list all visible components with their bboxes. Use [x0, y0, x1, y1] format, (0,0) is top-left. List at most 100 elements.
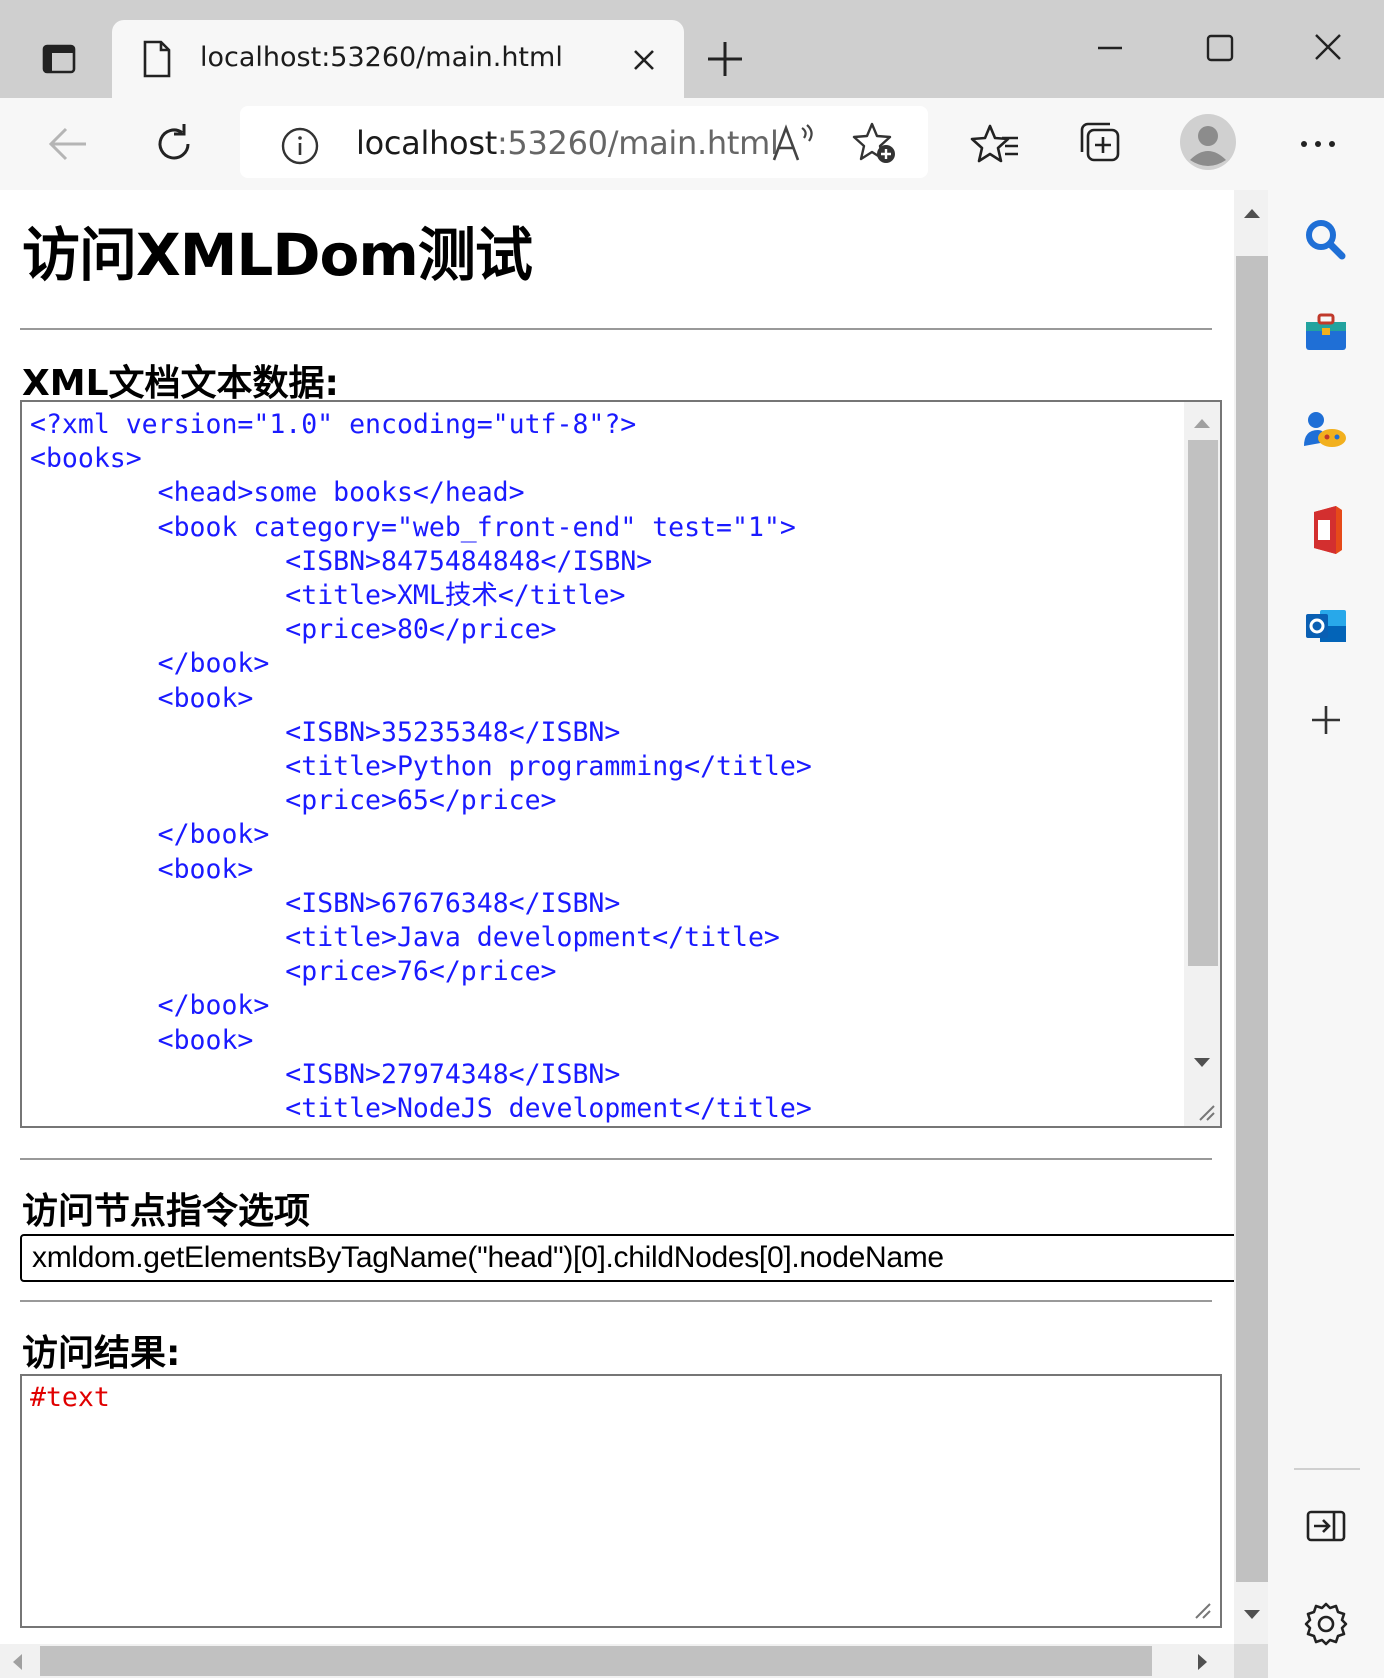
- xml-line: <?xml version="1.0" encoding="utf-8"?>: [30, 409, 637, 440]
- result-text: #text: [30, 1382, 110, 1413]
- xml-line: <title>Python programming</title>: [30, 751, 812, 783]
- settings-icon: [1304, 1602, 1348, 1646]
- page-icon: [143, 40, 171, 78]
- favorites-icon: [970, 124, 1018, 163]
- edge-sidebar: [1268, 190, 1384, 1678]
- refresh-icon: [158, 124, 190, 160]
- divider: [20, 328, 1212, 330]
- back-icon: [48, 127, 86, 161]
- page-title: 访问XMLDom测试: [22, 221, 533, 289]
- xml-line: <price>76</price>: [30, 956, 557, 988]
- xml-line: <book>: [30, 682, 254, 714]
- minimize-icon: [1098, 46, 1122, 50]
- add-favorite-icon[interactable]: [850, 120, 898, 166]
- maximize-icon: [1206, 34, 1234, 62]
- tab-title: localhost:53260/main.html: [200, 42, 563, 73]
- scroll-right-icon[interactable]: [1196, 1652, 1210, 1672]
- xml-line: </book>: [30, 990, 270, 1022]
- close-icon: [634, 50, 654, 70]
- new-tab-button[interactable]: [704, 38, 746, 80]
- scroll-up-icon[interactable]: [1242, 206, 1262, 220]
- xml-line: <head>some books</head>: [30, 477, 525, 509]
- plus-icon: [708, 42, 742, 76]
- xml-line: <title>XML技术</title>: [30, 580, 626, 612]
- xml-section-label: XML文档文本数据:: [22, 363, 339, 404]
- result-section-label: 访问结果:: [22, 1333, 181, 1374]
- window-close-icon: [1315, 34, 1341, 60]
- divider: [20, 1300, 1212, 1302]
- more-icon: [1301, 141, 1335, 147]
- xml-scroll-thumb[interactable]: [1188, 440, 1218, 966]
- xml-line: <book>: [30, 853, 254, 885]
- window-close-button[interactable]: [1304, 30, 1352, 70]
- xml-text: <?xml version="1.0" encoding="utf-8"?> <…: [30, 408, 812, 1126]
- favorites-button[interactable]: [968, 116, 1024, 172]
- command-input[interactable]: [20, 1234, 1234, 1282]
- scroll-left-icon[interactable]: [10, 1652, 24, 1672]
- xml-line: <ISBN>27974348</ISBN>: [30, 1058, 621, 1090]
- sidebar-search-button[interactable]: [1296, 210, 1356, 270]
- tab-actions-button[interactable]: [30, 30, 86, 86]
- back-button[interactable]: [40, 116, 96, 172]
- sidebar-office-button[interactable]: [1296, 500, 1356, 560]
- xml-line: <book>: [30, 1024, 254, 1056]
- info-icon: [281, 127, 319, 165]
- sidebar-add-button[interactable]: [1296, 690, 1356, 750]
- tab-actions-icon: [42, 44, 76, 74]
- collections-button[interactable]: [1072, 116, 1128, 172]
- sidebar-games-button[interactable]: [1296, 402, 1356, 462]
- minimize-button[interactable]: [1086, 30, 1134, 70]
- tab-close-button[interactable]: [628, 44, 660, 76]
- result-textarea[interactable]: #text: [20, 1374, 1222, 1628]
- resize-grip-icon[interactable]: [1190, 1598, 1212, 1620]
- add-icon: [1312, 706, 1340, 734]
- command-section-label: 访问节点指令选项: [22, 1191, 311, 1232]
- browser-toolbar: localhost:53260/main.html: [0, 98, 1384, 190]
- maximize-button[interactable]: [1196, 30, 1244, 70]
- office-icon: [1314, 506, 1342, 554]
- read-aloud-icon[interactable]: [770, 122, 816, 164]
- scroll-down-icon[interactable]: [1192, 1056, 1212, 1070]
- xml-line: <ISBN>67676348</ISBN>: [30, 887, 621, 919]
- sidebar-outlook-button[interactable]: [1296, 596, 1356, 656]
- page-content: 访问XMLDom测试 XML文档文本数据: <?xml version="1.0…: [0, 190, 1234, 1644]
- sidebar-settings-button[interactable]: [1296, 1594, 1356, 1654]
- xml-line: </book>: [30, 648, 270, 680]
- scroll-up-icon[interactable]: [1192, 416, 1212, 430]
- xml-line: </book>: [30, 819, 270, 851]
- games-icon: [1304, 412, 1346, 447]
- page-horizontal-scrollbar[interactable]: [0, 1644, 1234, 1678]
- xml-line: <title>NodeJS development</title>: [30, 1093, 812, 1125]
- xml-line: <books>: [30, 443, 142, 475]
- refresh-button[interactable]: [146, 116, 202, 172]
- xml-line: <title>Java development</title>: [30, 922, 780, 954]
- xml-line: <ISBN>35235348</ISBN>: [30, 716, 621, 748]
- resize-grip-icon[interactable]: [1194, 1100, 1216, 1122]
- scroll-down-icon[interactable]: [1242, 1608, 1262, 1622]
- sidebar-split-button[interactable]: [1296, 1496, 1356, 1556]
- search-icon: [1306, 220, 1346, 260]
- tab-active[interactable]: localhost:53260/main.html: [112, 20, 684, 100]
- address-bar[interactable]: localhost:53260/main.html: [240, 106, 928, 178]
- page-vertical-scrollbar[interactable]: [1234, 190, 1268, 1644]
- outlook-icon: [1306, 610, 1346, 642]
- page-hscroll-thumb[interactable]: [40, 1646, 1152, 1676]
- url-text[interactable]: localhost:53260/main.html: [356, 124, 779, 162]
- xml-line: <ISBN>8475484848</ISBN>: [30, 545, 653, 577]
- xml-textarea[interactable]: <?xml version="1.0" encoding="utf-8"?> <…: [20, 400, 1222, 1128]
- tools-icon: [1306, 313, 1346, 350]
- page-scroll-thumb[interactable]: [1236, 256, 1268, 1582]
- page-viewport: 访问XMLDom测试 XML文档文本数据: <?xml version="1.0…: [0, 190, 1268, 1678]
- url-path: :53260/main.html: [496, 124, 779, 162]
- profile-icon: [1180, 114, 1236, 170]
- profile-button[interactable]: [1178, 112, 1238, 172]
- scrollbar-corner: [1234, 1644, 1268, 1678]
- split-screen-icon: [1306, 1510, 1346, 1542]
- xml-line: <book category="web_front-end" test="1">: [30, 511, 796, 543]
- browser-window: localhost:53260/main.html localhost:5326…: [0, 0, 1384, 1678]
- more-button[interactable]: [1290, 116, 1346, 172]
- xml-line: <price>80</price>: [30, 614, 557, 646]
- xml-scrollbar[interactable]: [1184, 402, 1220, 1126]
- divider: [20, 1158, 1212, 1160]
- sidebar-tools-button[interactable]: [1296, 304, 1356, 364]
